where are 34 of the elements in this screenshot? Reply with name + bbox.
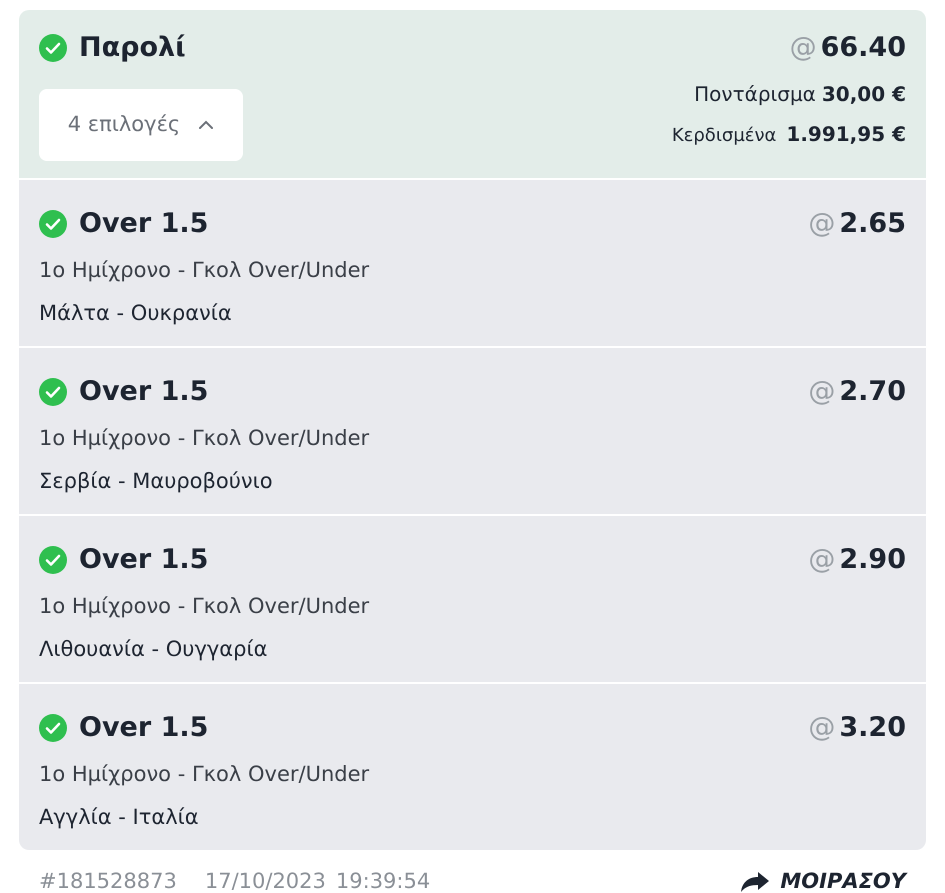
match-name: Λιθουανία - Ουγγαρία [39, 636, 268, 663]
odds-value: 66.40 [820, 31, 906, 65]
share-button[interactable]: ΜΟΙΡΑΣΟΥ [740, 866, 906, 893]
bet-date: 17/10/2023 [204, 868, 326, 893]
at-sign: @ [808, 543, 836, 577]
match-name: Αγγλία - Ιταλία [39, 804, 200, 831]
odds-value: 3.20 [839, 711, 906, 745]
bet-time: 19:39:54 [336, 868, 430, 893]
selection-pick: Over 1.5 [79, 543, 208, 577]
at-sign: @ [790, 31, 817, 65]
selections-toggle[interactable]: 4 επιλογές [39, 88, 243, 160]
stake-value: 30,00 € [822, 80, 906, 108]
at-sign: @ [808, 207, 836, 241]
market-name: 1ο Ημίχρονο - Γκολ Over/Under [39, 592, 370, 620]
bet-id: #181528873 [39, 868, 177, 893]
selection-pick: Over 1.5 [79, 711, 208, 745]
chevron-up-icon [198, 120, 214, 130]
stake-label: Ποντάρισμα [694, 80, 816, 108]
odds-value: 2.70 [839, 375, 906, 409]
odds-value: 2.90 [839, 543, 906, 577]
market-name: 1ο Ημίχρονο - Γκολ Over/Under [39, 256, 370, 284]
winnings-value: 1.991,95 € [786, 120, 906, 148]
match-name: Σερβία - Μαυροβούνιο [39, 468, 274, 495]
winnings-label: Κερδισμένα [672, 124, 776, 148]
market-name: 1ο Ημίχρονο - Γκολ Over/Under [39, 760, 370, 788]
share-arrow-icon [740, 870, 770, 893]
at-sign: @ [808, 375, 836, 409]
bet-type-title: Παρολί [79, 31, 186, 65]
market-name: 1ο Ημίχρονο - Γκολ Over/Under [39, 424, 370, 452]
odds-value: 2.65 [839, 207, 906, 241]
selection-pick: Over 1.5 [79, 375, 208, 409]
at-sign: @ [808, 711, 836, 745]
match-name: Μάλτα - Ουκρανία [39, 300, 233, 327]
selection-pick: Over 1.5 [79, 207, 208, 241]
